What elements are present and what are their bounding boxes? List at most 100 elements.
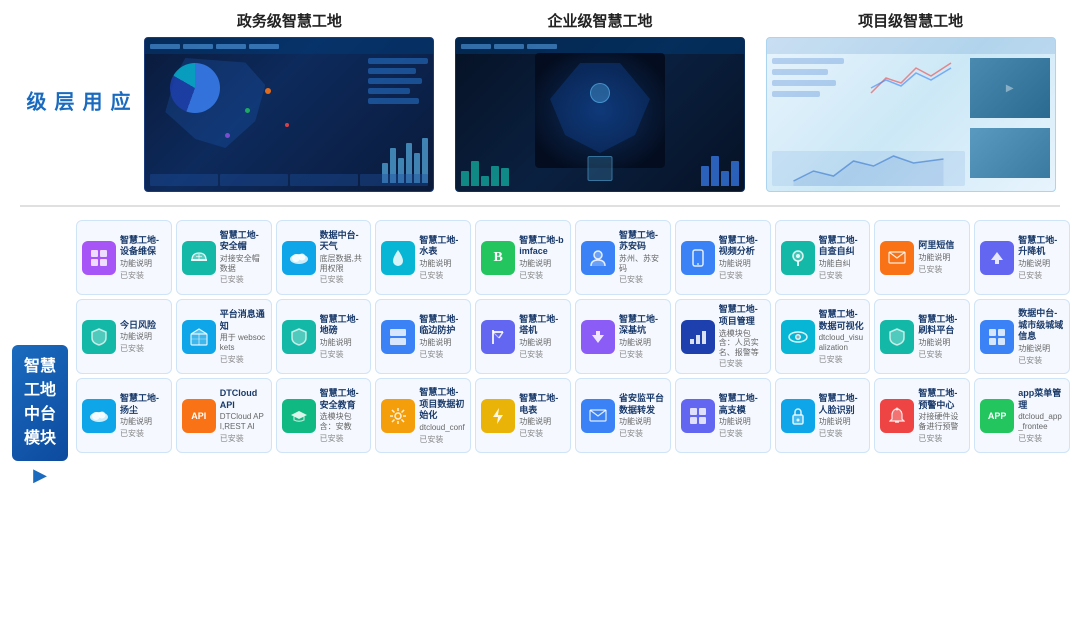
module-name-16: 智慧工地-项目管理 xyxy=(719,304,765,327)
module-card-28[interactable]: 智慧工地-预警中心对接硬件设备进行预警已安装 xyxy=(874,378,970,453)
module-name-29: app菜单管理 xyxy=(1018,388,1064,411)
module-status-15: 已安装 xyxy=(619,349,665,360)
module-name-19: 数据中台-城市级城域信息 xyxy=(1018,308,1064,343)
module-desc-28: 对接硬件设备进行预警 xyxy=(918,412,964,431)
module-card-17[interactable]: 智慧工地-数据可视化dtcloud_visualization已安装 xyxy=(775,299,871,374)
module-card-25[interactable]: 省安监平台数据转发功能说明已安装 xyxy=(575,378,671,453)
module-desc-14: 功能说明 xyxy=(519,338,565,348)
module-desc-4: 功能说明 xyxy=(519,259,565,269)
module-card-10[interactable]: 今日风险功能说明已安装 xyxy=(76,299,172,374)
module-desc-23: dtcloud_conf xyxy=(419,423,465,433)
section-divider xyxy=(20,205,1060,207)
top-section: 应 用 层 级 政务级智慧工地 xyxy=(0,0,1080,197)
module-icon-10 xyxy=(82,320,116,354)
module-desc-12: 功能说明 xyxy=(320,338,366,348)
main-container: 应 用 层 级 政务级智慧工地 xyxy=(0,0,1080,617)
module-card-6[interactable]: 智慧工地-视频分析功能说明已安装 xyxy=(675,220,771,295)
module-status-23: 已安装 xyxy=(419,434,465,445)
module-status-1: 已安装 xyxy=(220,274,266,285)
module-name-6: 智慧工地-视频分析 xyxy=(719,235,765,258)
module-card-12[interactable]: 智慧工地-地磅功能说明已安装 xyxy=(276,299,372,374)
module-card-27[interactable]: 智慧工地-人脸识别功能说明已安装 xyxy=(775,378,871,453)
module-card-8[interactable]: 阿里短信功能说明已安装 xyxy=(874,220,970,295)
module-status-0: 已安装 xyxy=(120,270,166,281)
module-card-23[interactable]: 智慧工地-项目数据初始化dtcloud_conf已安装 xyxy=(375,378,471,453)
module-desc-13: 功能说明 xyxy=(419,338,465,348)
module-card-22[interactable]: 智慧工地-安全教育选模块包含：安教已安装 xyxy=(276,378,372,453)
screen-enterprise xyxy=(455,37,745,192)
app-layer-label: 应 用 层 级 xyxy=(20,10,140,192)
module-name-8: 阿里短信 xyxy=(918,240,954,252)
module-card-0[interactable]: 智慧工地-设备维保功能说明已安装 xyxy=(76,220,172,295)
module-icon-24 xyxy=(481,399,515,433)
module-desc-8: 功能说明 xyxy=(918,253,954,263)
module-desc-11: 用于 websockets xyxy=(220,333,266,352)
module-status-21: 已安装 xyxy=(220,433,266,444)
module-card-26[interactable]: 智慧工地-高支模功能说明已安装 xyxy=(675,378,771,453)
module-card-18[interactable]: 智慧工地-刷料平台功能说明已安装 xyxy=(874,299,970,374)
module-card-21[interactable]: APIDTCloud APIDTCloud API,REST AI已安装 xyxy=(176,378,272,453)
module-name-5: 智慧工地-苏安码 xyxy=(619,230,665,253)
module-desc-7: 功能自纠 xyxy=(819,259,865,269)
module-card-19[interactable]: 数据中台-城市级城域信息功能说明已安装 xyxy=(974,299,1070,374)
module-icon-13 xyxy=(381,320,415,354)
module-card-24[interactable]: 智慧工地-电表功能说明已安装 xyxy=(475,378,571,453)
module-name-0: 智慧工地-设备维保 xyxy=(120,235,166,258)
module-icon-29: APP xyxy=(980,399,1014,433)
module-name-2: 数据中台-天气 xyxy=(320,230,366,253)
module-card-4[interactable]: B智慧工地-bimface功能说明已安装 xyxy=(475,220,571,295)
module-icon-22 xyxy=(282,399,316,433)
module-card-29[interactable]: APPapp菜单管理dtcloud_app_frontee已安装 xyxy=(974,378,1070,453)
module-status-19: 已安装 xyxy=(1018,355,1064,366)
module-name-17: 智慧工地-数据可视化 xyxy=(819,309,865,332)
module-status-20: 已安装 xyxy=(120,428,166,439)
module-name-13: 智慧工地-临边防护 xyxy=(419,314,465,337)
module-desc-10: 功能说明 xyxy=(120,332,156,342)
module-name-27: 智慧工地-人脸识别 xyxy=(819,393,865,416)
module-desc-20: 功能说明 xyxy=(120,417,166,427)
module-card-7[interactable]: 智慧工地-自查自纠功能自纠已安装 xyxy=(775,220,871,295)
module-status-18: 已安装 xyxy=(918,349,964,360)
screen-group-project: 项目级智慧工地 ▶ xyxy=(761,10,1060,192)
module-card-1[interactable]: 智慧工地-安全帽对接安全帽数据已安装 xyxy=(176,220,272,295)
module-card-15[interactable]: 智慧工地-深基坑功能说明已安装 xyxy=(575,299,671,374)
module-card-2[interactable]: 数据中台-天气底层数据,共用权限已安装 xyxy=(276,220,372,295)
module-card-11[interactable]: 平台消息通知用于 websockets已安装 xyxy=(176,299,272,374)
module-status-12: 已安装 xyxy=(320,349,366,360)
module-card-16[interactable]: 智慧工地-项目管理选模块包含：人员实名、报警等已安装 xyxy=(675,299,771,374)
module-icon-5 xyxy=(581,241,615,275)
module-desc-25: 功能说明 xyxy=(619,417,665,427)
module-card-20[interactable]: 智慧工地-扬尘功能说明已安装 xyxy=(76,378,172,453)
module-desc-9: 功能说明 xyxy=(1018,259,1064,269)
module-icon-0 xyxy=(82,241,116,275)
module-card-3[interactable]: 智慧工地-水表功能说明已安装 xyxy=(375,220,471,295)
module-name-1: 智慧工地-安全帽 xyxy=(220,230,266,253)
modules-grid: 智慧工地-设备维保功能说明已安装智慧工地-安全帽对接安全帽数据已安装数据中台-天… xyxy=(76,220,1070,612)
module-status-9: 已安装 xyxy=(1018,270,1064,281)
module-desc-2: 底层数据,共用权限 xyxy=(320,254,366,273)
screen-title-gov: 政务级智慧工地 xyxy=(237,10,342,31)
screen-group-gov: 政务级智慧工地 xyxy=(140,10,439,192)
module-icon-14 xyxy=(481,320,515,354)
module-icon-3 xyxy=(381,241,415,275)
module-status-26: 已安装 xyxy=(719,428,765,439)
module-desc-19: 功能说明 xyxy=(1018,344,1064,354)
module-status-8: 已安装 xyxy=(918,264,954,275)
bottom-section: 智慧 工地 中台 模块 ▶ 智慧工地-设备维保功能说明已安装智慧工地-安全帽对接… xyxy=(0,215,1080,617)
module-card-5[interactable]: 智慧工地-苏安码苏州、苏安码已安装 xyxy=(575,220,671,295)
module-card-13[interactable]: 智慧工地-临边防护功能说明已安装 xyxy=(375,299,471,374)
module-icon-15 xyxy=(581,320,615,354)
module-card-9[interactable]: 智慧工地-升降机功能说明已安装 xyxy=(974,220,1070,295)
module-desc-5: 苏州、苏安码 xyxy=(619,254,665,273)
module-icon-7 xyxy=(781,241,815,275)
zhihui-label: 智慧 工地 中台 模块 xyxy=(12,345,68,461)
module-desc-29: dtcloud_app_frontee xyxy=(1018,412,1064,431)
module-name-4: 智慧工地-bimface xyxy=(519,235,565,258)
module-status-24: 已安装 xyxy=(519,428,565,439)
module-card-14[interactable]: 智慧工地-塔机功能说明已安装 xyxy=(475,299,571,374)
module-icon-9 xyxy=(980,241,1014,275)
module-status-6: 已安装 xyxy=(719,270,765,281)
module-name-23: 智慧工地-项目数据初始化 xyxy=(419,387,465,422)
module-status-2: 已安装 xyxy=(320,274,366,285)
module-icon-18 xyxy=(880,320,914,354)
